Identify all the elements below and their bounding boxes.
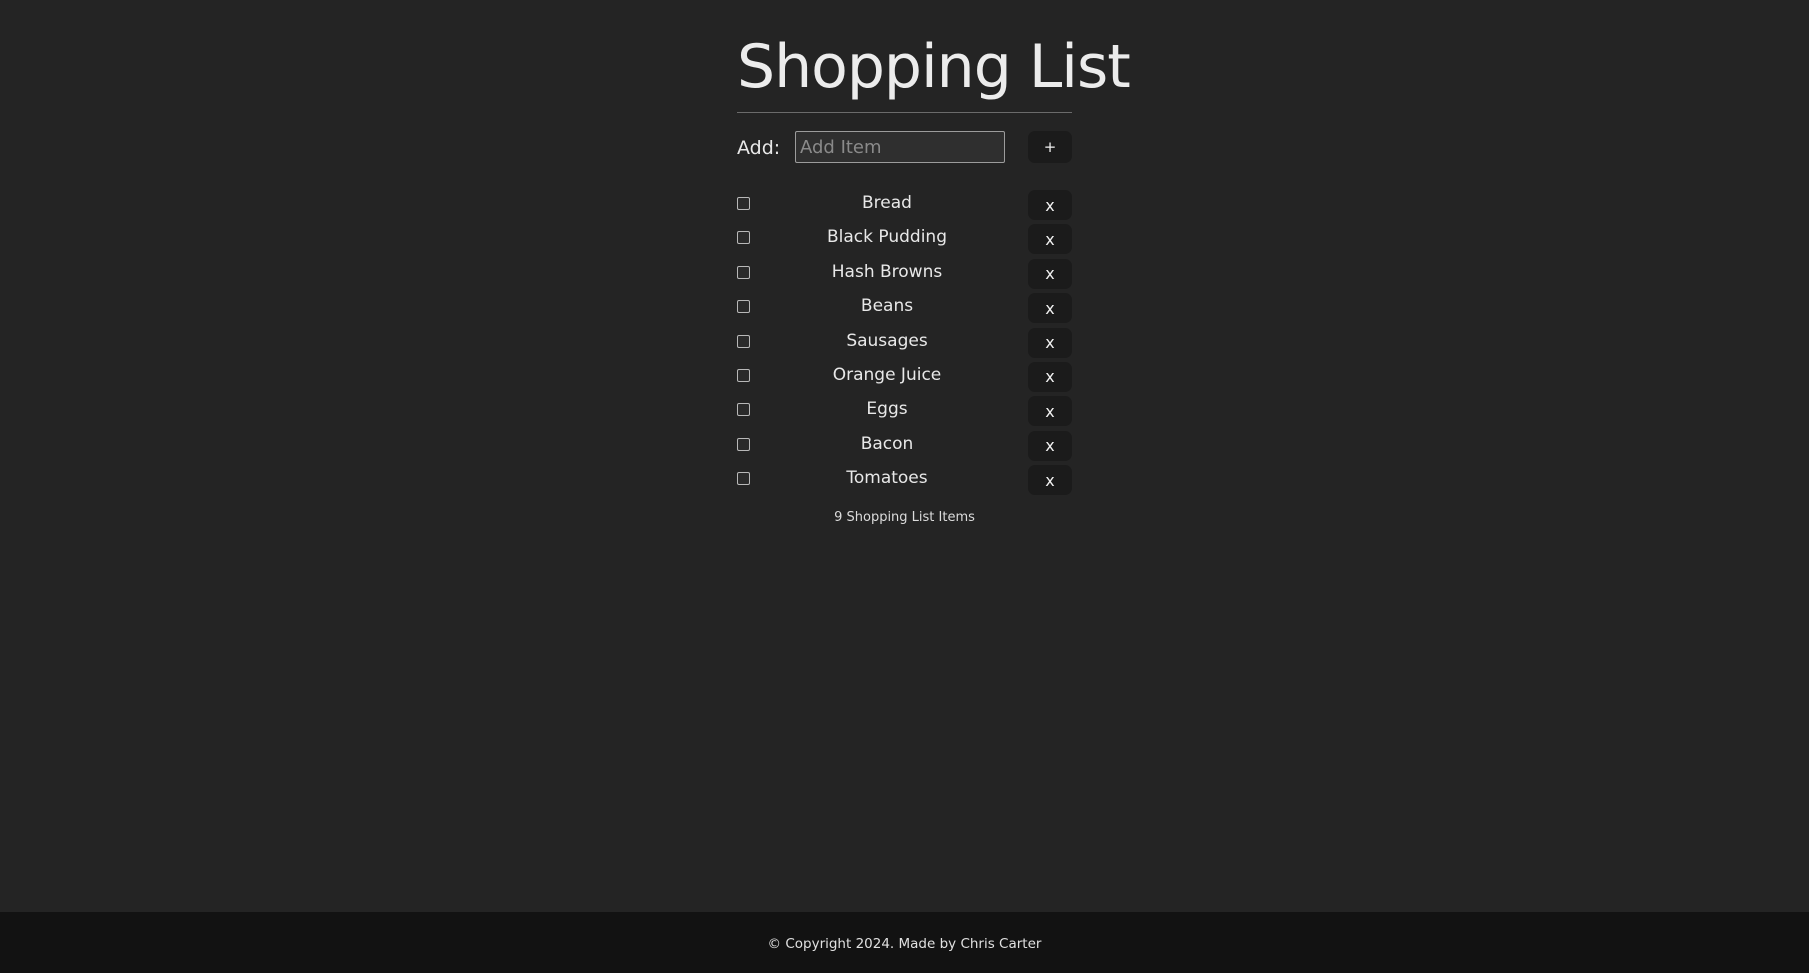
item-checkbox[interactable] xyxy=(737,231,750,245)
remove-item-button[interactable]: x xyxy=(1028,465,1072,496)
main-content: Shopping List Add: + Bread x Black Puddi… xyxy=(737,0,1131,525)
item-checkbox[interactable] xyxy=(737,334,750,348)
copyright-text: © Copyright 2024. Made by Chris Carter xyxy=(767,936,1042,952)
list-item: Tomatoes x xyxy=(737,465,1072,499)
remove-item-button[interactable]: x xyxy=(1028,430,1072,461)
item-count: 9 Shopping List Items xyxy=(834,509,975,525)
page-title: Shopping List xyxy=(737,32,1131,102)
item-label: Sausages xyxy=(846,330,928,351)
item-checkbox[interactable] xyxy=(737,265,750,279)
page: Shopping List Add: + Bread x Black Puddi… xyxy=(0,0,1809,973)
list-item: Bread x xyxy=(737,190,1072,224)
item-label: Beans xyxy=(860,296,914,317)
item-label: Hash Browns xyxy=(831,261,943,282)
list-item: Hash Browns x xyxy=(737,258,1072,293)
item-label: Tomatoes xyxy=(846,468,928,489)
list-item: Orange Juice x xyxy=(737,361,1072,396)
item-checkbox[interactable] xyxy=(737,472,750,486)
list-item: Black Pudding x xyxy=(737,224,1072,258)
item-checkbox[interactable] xyxy=(737,300,750,314)
remove-item-button[interactable]: x xyxy=(1028,258,1072,289)
remove-item-button[interactable]: x xyxy=(1028,361,1072,392)
item-label: Bacon xyxy=(860,433,914,454)
remove-item-button[interactable]: x xyxy=(1028,224,1072,255)
item-checkbox[interactable] xyxy=(737,437,750,451)
footer: © Copyright 2024. Made by Chris Carter xyxy=(0,912,1809,973)
item-label: Black Pudding xyxy=(827,227,947,248)
item-label: Orange Juice xyxy=(832,364,942,385)
list-item: Beans x xyxy=(737,293,1072,327)
add-item-form: Add: + xyxy=(737,113,1072,167)
add-item-input[interactable] xyxy=(795,131,1005,163)
add-item-button[interactable]: + xyxy=(1028,131,1072,163)
list-item: Eggs x xyxy=(737,396,1072,430)
list-item: Bacon x xyxy=(737,430,1072,465)
item-label: Eggs xyxy=(866,399,908,420)
remove-item-button[interactable]: x xyxy=(1028,396,1072,427)
remove-item-button[interactable]: x xyxy=(1028,190,1072,220)
item-checkbox[interactable] xyxy=(737,403,750,417)
remove-item-button[interactable]: x xyxy=(1028,293,1072,324)
shopping-list: Bread x Black Pudding x Hash Browns x Be… xyxy=(737,190,1072,500)
item-checkbox[interactable] xyxy=(737,368,750,382)
list-item: Sausages x xyxy=(737,327,1072,362)
add-label: Add: xyxy=(737,137,781,159)
item-label: Bread xyxy=(862,193,912,213)
remove-item-button[interactable]: x xyxy=(1028,327,1072,358)
item-checkbox[interactable] xyxy=(737,197,750,210)
